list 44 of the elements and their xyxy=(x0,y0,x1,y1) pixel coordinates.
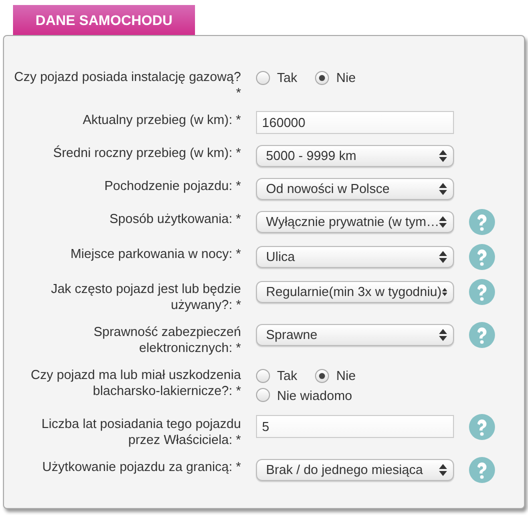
radio-option[interactable]: Nie wiadomo xyxy=(256,386,352,405)
select-dropdown[interactable]: Wyłącznie prywatnie (w tym… xyxy=(256,211,454,233)
field-label: Czy pojazd ma lub miał uszkodzenia blacharsko-lakiernicze?: * xyxy=(30,367,241,399)
field-label: Sposób użytkowania: * xyxy=(108,211,241,227)
select-dropdown[interactable]: Od nowości w Polsce xyxy=(256,178,454,200)
radio-button[interactable] xyxy=(315,70,330,85)
help-icon[interactable] xyxy=(469,414,495,440)
help-icon[interactable] xyxy=(469,322,495,348)
field-label: Jak często pojazd jest lub będzie używany?: * xyxy=(50,281,241,313)
dropdown-arrows-icon xyxy=(439,329,447,341)
select-dropdown[interactable]: Brak / do jednego miesiąca xyxy=(256,459,454,481)
radio-option[interactable]: Nie xyxy=(315,68,356,88)
field-label: Czy pojazd posiada instalację gazową? * xyxy=(13,69,241,101)
radio-button[interactable] xyxy=(256,388,270,402)
help-icon[interactable] xyxy=(469,209,495,235)
radio-button[interactable] xyxy=(256,368,270,383)
dropdown-arrows-icon xyxy=(439,464,447,476)
select-dropdown[interactable]: Regularnie(min 3x w tygodniu) xyxy=(256,281,454,303)
field-label: Liczba lat posiadania tego pojazdu przez Właściciela: * xyxy=(40,416,241,448)
select-dropdown[interactable]: Sprawne xyxy=(256,324,454,346)
radio-button[interactable] xyxy=(315,368,330,383)
dropdown-arrows-icon xyxy=(439,183,447,195)
field-label: Pochodzenie pojazdu: * xyxy=(103,178,241,194)
field-label: Sprawność zabezpieczeń elektronicznych: * xyxy=(92,324,241,356)
radio-button[interactable] xyxy=(256,70,270,85)
select-dropdown[interactable]: Ulica xyxy=(256,246,454,268)
dropdown-arrows-icon xyxy=(439,150,447,162)
field-label: Średni roczny przebieg (w km): * xyxy=(52,145,241,161)
help-icon[interactable] xyxy=(469,457,495,483)
section-tab[interactable]: DANE SAMOCHODU xyxy=(13,5,195,35)
text-field[interactable]: 160000 xyxy=(256,111,454,134)
radio-option[interactable]: Tak xyxy=(256,366,298,386)
help-icon[interactable] xyxy=(469,244,495,270)
field-label: Użytkowanie pojazdu za granicą: * xyxy=(41,459,241,475)
help-icon[interactable] xyxy=(469,279,495,305)
radio-option[interactable]: Tak xyxy=(256,68,298,88)
text-field[interactable]: 5 xyxy=(256,415,454,438)
dropdown-arrows-icon xyxy=(439,216,447,228)
select-dropdown[interactable]: 5000 - 9999 km xyxy=(256,145,454,167)
radio-option[interactable]: Nie xyxy=(315,366,356,386)
dropdown-arrows-icon xyxy=(442,286,447,298)
dropdown-arrows-icon xyxy=(439,251,447,263)
field-label: Miejsce parkowania w nocy: * xyxy=(69,246,241,262)
field-label: Aktualny przebieg (w km): * xyxy=(82,112,241,128)
